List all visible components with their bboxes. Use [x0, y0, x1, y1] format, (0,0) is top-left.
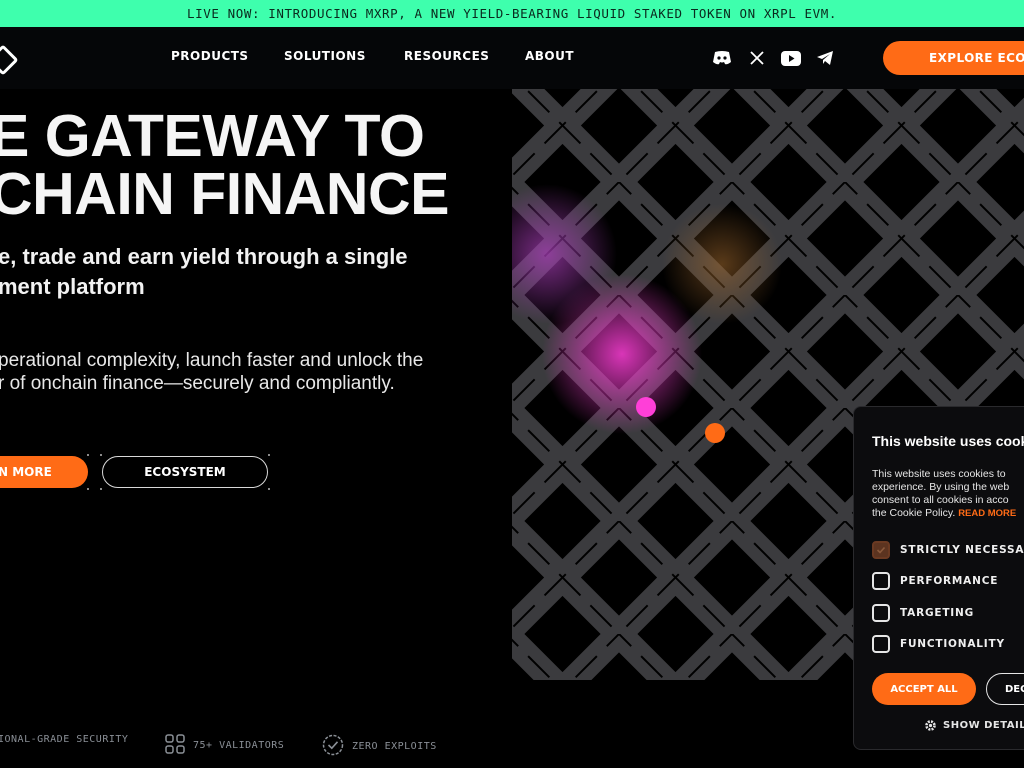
performance-label: PERFORMANCE	[900, 575, 999, 587]
strictly-necessary-label: STRICTLY NECESSAR	[900, 544, 1024, 556]
performance-checkbox[interactable]	[872, 572, 890, 590]
hero-subtitle-line-2: ment platform	[0, 274, 145, 299]
cookie-title: This website uses cook	[872, 433, 1024, 449]
show-details-toggle[interactable]: SHOW DETAILS	[924, 719, 1024, 732]
announcement-banner[interactable]: LIVE NOW: INTRODUCING MXRP, A NEW YIELD-…	[0, 0, 1024, 27]
cookie-text-line-4: the Cookie Policy. READ MORE	[872, 507, 1016, 519]
corner-dot	[87, 454, 89, 456]
hero-title-line-1: E GATEWAY TO	[0, 103, 425, 169]
read-more-link[interactable]: READ MORE	[958, 508, 1016, 519]
telegram-icon[interactable]	[814, 47, 836, 69]
checkmark-icon	[876, 546, 886, 554]
cookie-policy-text: the Cookie Policy.	[872, 507, 956, 519]
nav-item-solutions[interactable]: SOLUTIONS	[284, 49, 366, 63]
check-badge-icon	[322, 734, 344, 759]
cookie-text-line-2: experience. By using the web	[872, 481, 1010, 493]
x-icon[interactable]	[746, 47, 768, 69]
show-details-label: SHOW DETAILS	[943, 720, 1024, 731]
cookie-option-strictly-necessary: STRICTLY NECESSAR	[872, 541, 1024, 559]
targeting-label: TARGETING	[900, 607, 975, 619]
corner-dot	[100, 454, 102, 456]
feature-validators: 75+ VALIDATORS	[165, 734, 284, 757]
hero-description-line-1: perational complexity, launch faster and…	[0, 350, 424, 371]
cookie-text-line-3: consent to all cookies in acco	[872, 494, 1009, 506]
feature-security-label: IONAL-GRADE SECURITY	[0, 734, 129, 745]
cookie-text-line-1: This website uses cookies to	[872, 468, 1006, 480]
corner-dot	[87, 488, 89, 490]
feature-zero-exploits: ZERO EXPLOITS	[322, 734, 437, 759]
feature-zero-exploits-label: ZERO EXPLOITS	[352, 741, 437, 752]
feature-validators-label: 75+ VALIDATORS	[193, 740, 285, 751]
functionality-label: FUNCTIONALITY	[900, 638, 1005, 650]
nav-item-about[interactable]: ABOUT	[525, 49, 574, 63]
accept-all-button[interactable]: ACCEPT ALL	[872, 673, 976, 705]
amber-glow	[662, 204, 782, 324]
corner-dot	[100, 488, 102, 490]
youtube-icon[interactable]	[780, 47, 802, 69]
gear-icon	[925, 720, 936, 731]
nav-item-products[interactable]: PRODUCTS	[171, 49, 249, 63]
functionality-checkbox[interactable]	[872, 635, 890, 653]
top-navigation: PRODUCTS SOLUTIONS RESOURCES ABOUT EXPLO…	[0, 27, 1024, 89]
cookie-option-functionality: FUNCTIONALITY	[872, 635, 1005, 653]
nav-item-resources[interactable]: RESOURCES	[404, 49, 489, 63]
discord-icon[interactable]	[711, 47, 733, 69]
cookie-option-targeting: TARGETING	[872, 604, 974, 622]
hero-title-line-2: CHAIN FINANCE	[0, 161, 449, 227]
brand-logo-icon[interactable]	[0, 44, 19, 76]
corner-dot	[268, 454, 270, 456]
hero-section: E GATEWAY TO CHAIN FINANCE e, trade and …	[0, 89, 512, 756]
strictly-necessary-checkbox[interactable]	[872, 541, 890, 559]
ecosystem-button[interactable]: ECOSYSTEM	[102, 456, 268, 488]
cookie-option-performance: PERFORMANCE	[872, 572, 998, 590]
cookie-consent-dialog: This website uses cook This website uses…	[853, 406, 1024, 750]
announcement-text: LIVE NOW: INTRODUCING MXRP, A NEW YIELD-…	[186, 6, 838, 21]
magenta-node	[636, 397, 656, 417]
targeting-checkbox[interactable]	[872, 604, 890, 622]
explore-ecosystem-button[interactable]: EXPLORE ECOSY	[883, 41, 1024, 75]
corner-dot	[268, 488, 270, 490]
decline-button[interactable]: DEC	[986, 673, 1024, 705]
validators-icon	[165, 734, 185, 757]
learn-more-button[interactable]: N MORE	[0, 456, 88, 488]
orange-node	[705, 423, 725, 443]
hero-description-line-2: r of onchain finance—securely and compli…	[0, 373, 395, 394]
hero-subtitle-line-1: e, trade and earn yield through a single	[0, 244, 408, 269]
feature-security: IONAL-GRADE SECURITY	[0, 734, 128, 745]
